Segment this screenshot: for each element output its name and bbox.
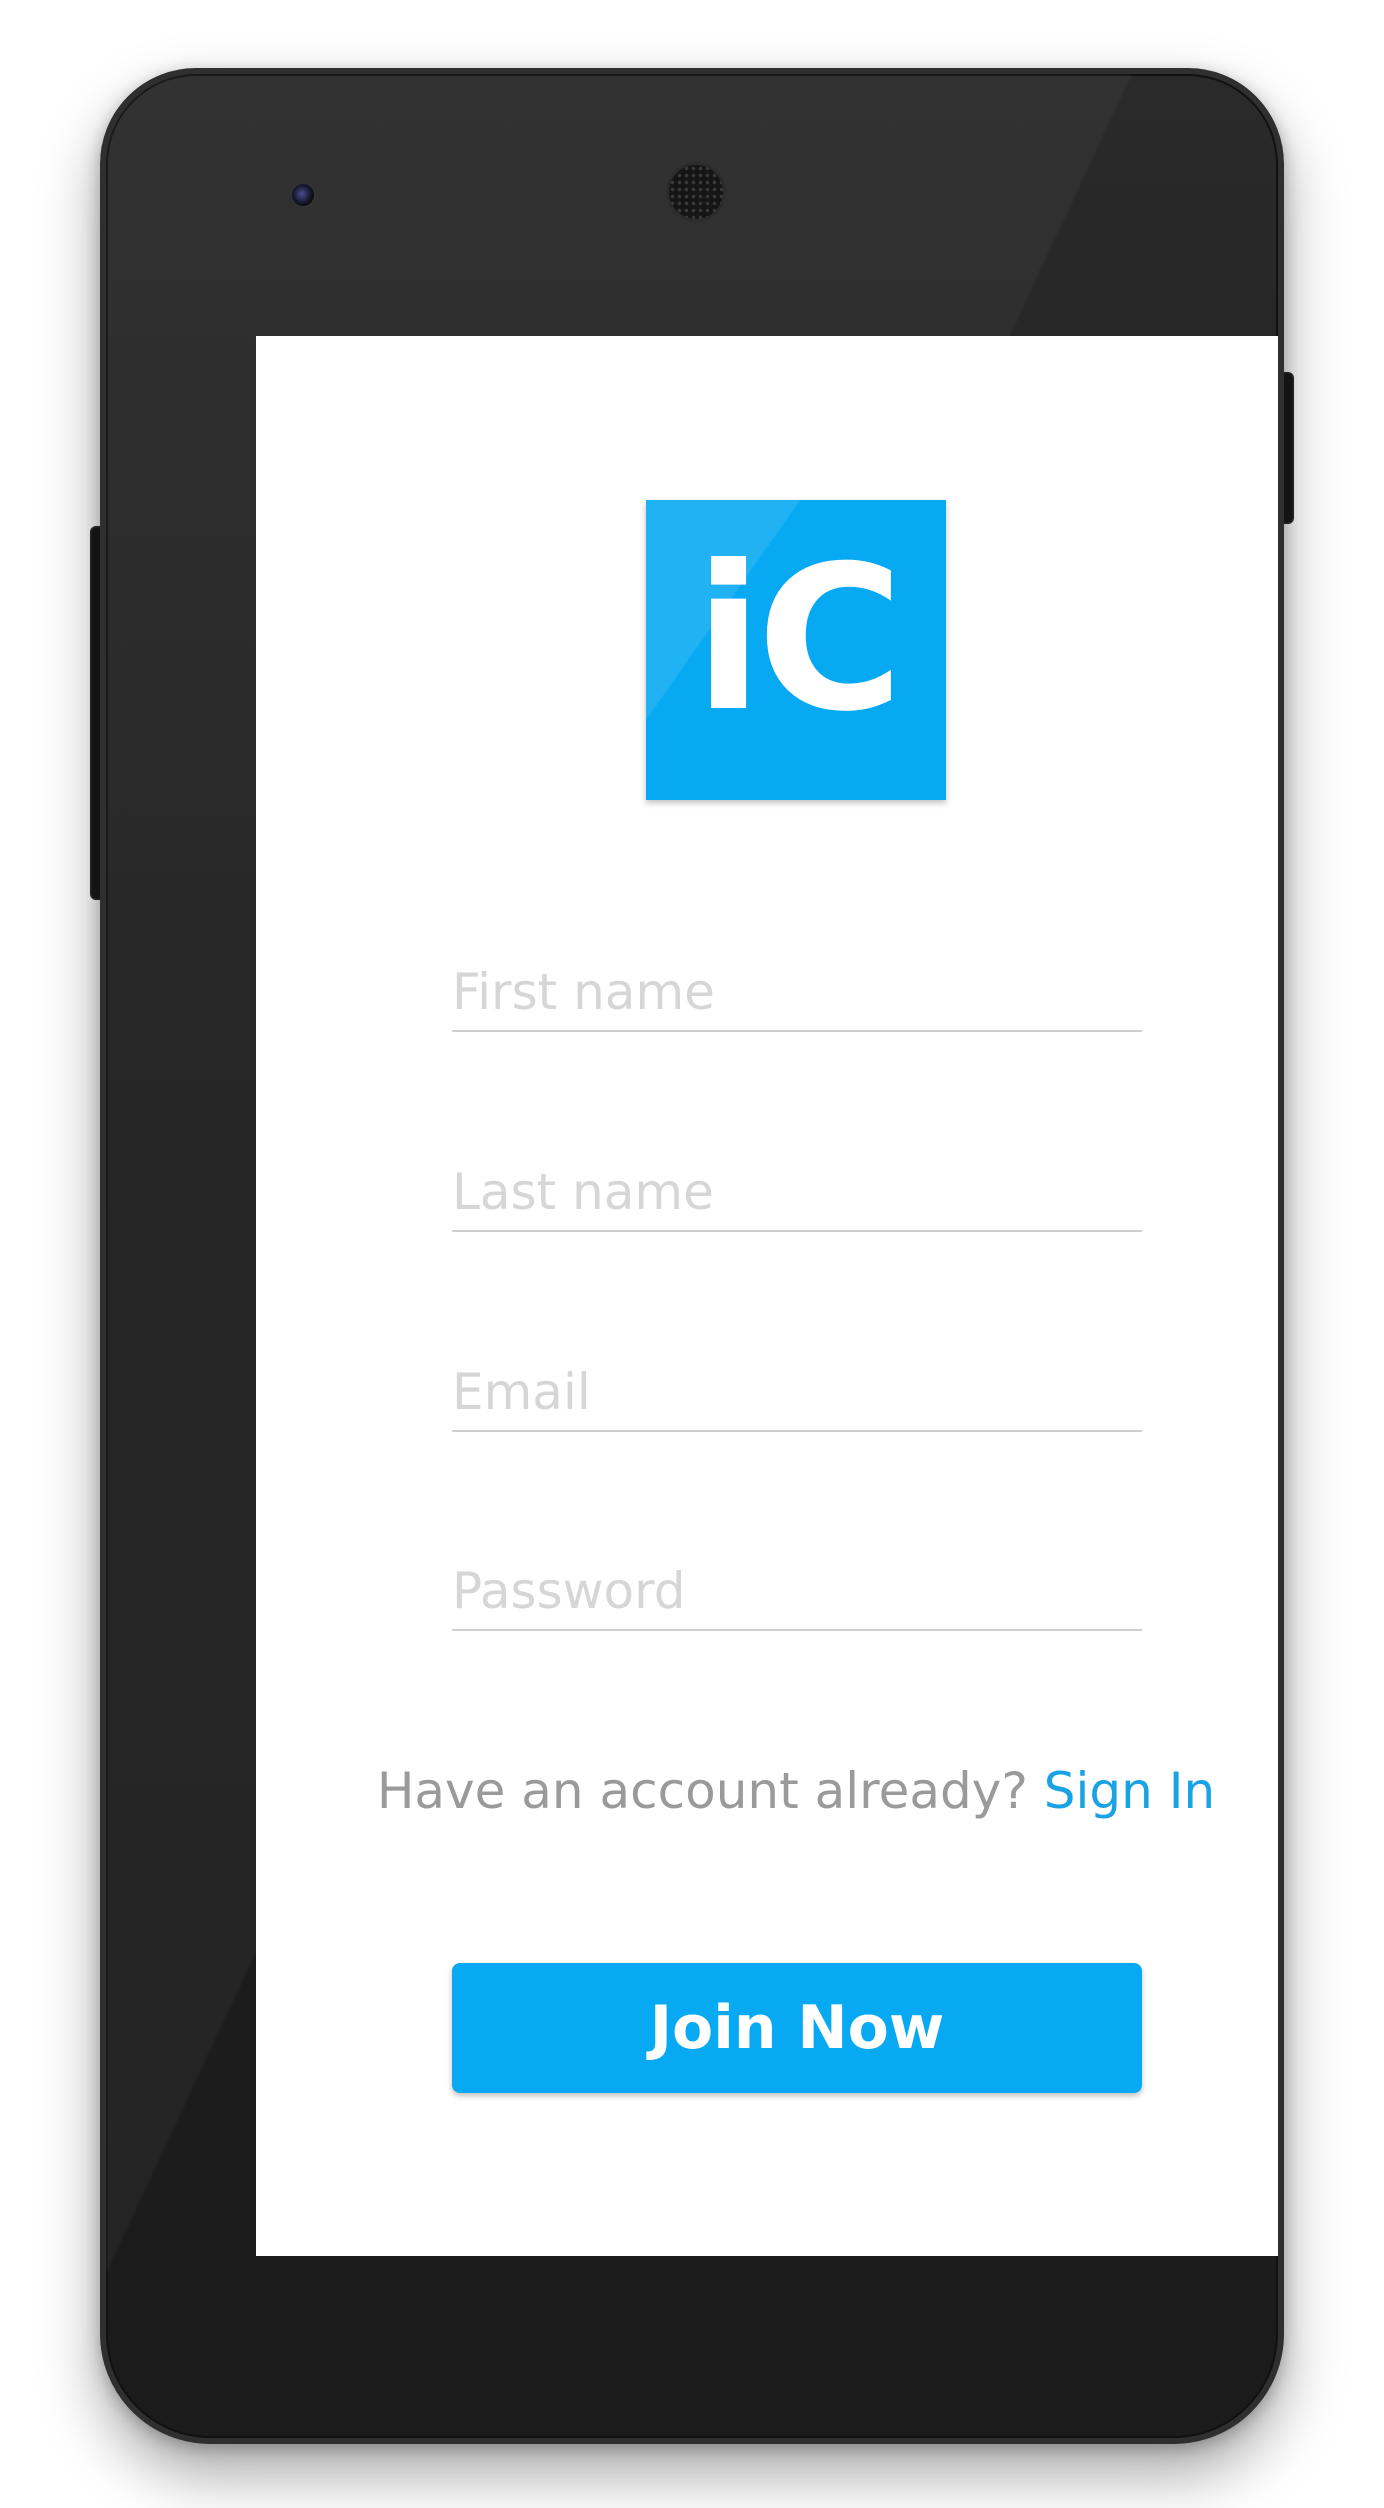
email-field [452,1362,1142,1432]
app-screen: iC Have an account already? Sign In Join… [256,336,1278,2256]
join-now-button[interactable]: Join Now [452,1963,1142,2093]
first-name-field [452,962,1142,1032]
app-logo: iC [646,500,946,800]
sign-in-link[interactable]: Sign In [1044,1762,1215,1820]
password-input[interactable] [452,1563,1142,1619]
front-camera-icon [290,182,316,208]
first-name-input[interactable] [452,964,1142,1020]
phone-frame: iC Have an account already? Sign In Join… [100,68,1284,2444]
account-prompt-text: Have an account already? [376,1762,1028,1820]
logo-text: iC [694,523,903,756]
last-name-input[interactable] [452,1164,1142,1220]
password-field [452,1561,1142,1631]
account-prompt: Have an account already? Sign In [256,1762,1278,1820]
last-name-field [452,1162,1142,1232]
speaker-grille-icon [666,162,726,222]
email-input[interactable] [452,1364,1142,1420]
